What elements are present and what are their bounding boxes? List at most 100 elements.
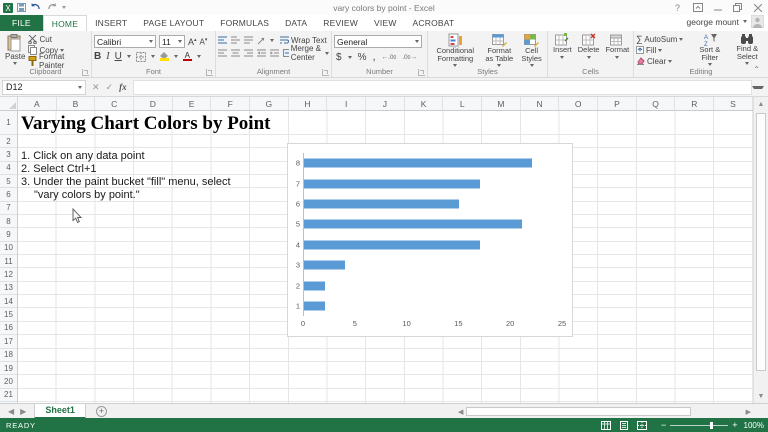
- delete-cells-button[interactable]: Delete: [575, 33, 603, 67]
- row-header-1[interactable]: 1: [0, 111, 17, 135]
- row-header-4[interactable]: 4: [0, 162, 17, 175]
- chart-bar-2[interactable]: [304, 281, 325, 290]
- page-break-view-icon[interactable]: [637, 421, 647, 430]
- collapse-ribbon-icon[interactable]: ⌃: [753, 65, 760, 74]
- select-all-button[interactable]: [0, 97, 18, 110]
- zoom-slider[interactable]: − +: [661, 420, 738, 430]
- format-painter-button[interactable]: Format Painter: [28, 56, 89, 66]
- number-format-select[interactable]: General: [334, 35, 422, 48]
- column-header-q[interactable]: Q: [637, 97, 676, 110]
- help-icon[interactable]: ?: [669, 1, 686, 14]
- format-as-table-button[interactable]: Format as Table: [480, 33, 518, 67]
- fill-color-icon[interactable]: [160, 52, 169, 61]
- ribbon-tab-home[interactable]: HOME: [43, 15, 87, 31]
- qat-customize-icon[interactable]: [62, 6, 66, 9]
- clipboard-dialog-launcher[interactable]: [82, 69, 89, 76]
- row-header-20[interactable]: 20: [0, 375, 17, 388]
- orientation-icon[interactable]: [257, 36, 266, 45]
- bold-button[interactable]: B: [94, 51, 101, 62]
- save-icon[interactable]: [17, 3, 26, 12]
- redo-icon[interactable]: [46, 3, 58, 12]
- column-header-f[interactable]: F: [211, 97, 250, 110]
- column-header-e[interactable]: E: [173, 97, 212, 110]
- row-header-12[interactable]: 12: [0, 268, 17, 281]
- row-header-6[interactable]: 6: [0, 188, 17, 201]
- cut-button[interactable]: Cut: [28, 34, 89, 44]
- horizontal-scroll-thumb[interactable]: [466, 407, 691, 416]
- column-header-o[interactable]: O: [559, 97, 598, 110]
- excel-logo-icon[interactable]: X: [3, 3, 13, 13]
- account-area[interactable]: george mount: [687, 15, 764, 28]
- ribbon-display-options-icon[interactable]: [689, 1, 706, 14]
- column-header-p[interactable]: P: [598, 97, 637, 110]
- chart-bar-8[interactable]: [304, 159, 532, 168]
- ribbon-tab-page-layout[interactable]: PAGE LAYOUT: [135, 15, 212, 31]
- column-header-c[interactable]: C: [95, 97, 134, 110]
- row-header-5[interactable]: 5: [0, 175, 17, 188]
- column-header-j[interactable]: J: [366, 97, 405, 110]
- chart-bar-5[interactable]: [304, 220, 522, 229]
- cell-a4-text[interactable]: 2. Select Ctrl+1: [21, 163, 97, 175]
- increase-indent-icon[interactable]: [270, 49, 279, 57]
- alignment-dialog-launcher[interactable]: [322, 69, 329, 76]
- align-center-icon[interactable]: [231, 49, 240, 57]
- italic-button[interactable]: I: [106, 51, 109, 62]
- column-header-g[interactable]: G: [250, 97, 289, 110]
- row-header-2[interactable]: 2: [0, 135, 17, 148]
- increase-decimal-icon[interactable]: ←.00: [382, 54, 397, 61]
- column-header-n[interactable]: N: [521, 97, 560, 110]
- zoom-in-icon[interactable]: +: [732, 420, 737, 430]
- column-header-i[interactable]: I: [327, 97, 366, 110]
- align-right-icon[interactable]: [244, 49, 253, 57]
- column-header-b[interactable]: B: [57, 97, 96, 110]
- grow-font-icon[interactable]: A▴: [188, 37, 197, 47]
- minimize-icon[interactable]: [709, 1, 726, 14]
- align-bottom-icon[interactable]: [244, 36, 253, 44]
- column-header-d[interactable]: D: [134, 97, 173, 110]
- font-color-icon[interactable]: A: [183, 52, 192, 62]
- row-header-17[interactable]: 17: [0, 335, 17, 348]
- sheet-nav-left-icon[interactable]: ◀: [8, 407, 14, 416]
- chart-bar-4[interactable]: [304, 240, 480, 249]
- restore-icon[interactable]: [729, 1, 746, 14]
- row-header-11[interactable]: 11: [0, 255, 17, 268]
- page-layout-view-icon[interactable]: [619, 421, 629, 430]
- scroll-left-icon[interactable]: ◀: [455, 408, 466, 416]
- zoom-out-icon[interactable]: −: [661, 420, 666, 430]
- vertical-scrollbar[interactable]: ▲ ▼: [753, 97, 768, 403]
- font-dialog-launcher[interactable]: [206, 69, 213, 76]
- undo-icon[interactable]: [30, 3, 42, 12]
- paste-button[interactable]: Paste: [2, 33, 28, 67]
- scroll-right-icon[interactable]: ▶: [743, 408, 754, 416]
- column-header-l[interactable]: L: [443, 97, 482, 110]
- row-header-18[interactable]: 18: [0, 349, 17, 362]
- sort-filter-button[interactable]: AZ Sort & Filter: [691, 33, 728, 67]
- decrease-indent-icon[interactable]: [257, 49, 266, 57]
- align-top-icon[interactable]: [218, 36, 227, 44]
- vertical-scroll-thumb[interactable]: [756, 113, 766, 371]
- formula-bar-expand-icon[interactable]: [752, 86, 764, 89]
- ribbon-tab-data[interactable]: DATA: [277, 15, 315, 31]
- ribbon-tab-insert[interactable]: INSERT: [87, 15, 135, 31]
- ribbon-tab-review[interactable]: REVIEW: [315, 15, 366, 31]
- font-family-select[interactable]: Calibri: [94, 35, 156, 48]
- name-box[interactable]: D12: [2, 80, 86, 95]
- close-icon[interactable]: [749, 1, 766, 14]
- chart-bar-3[interactable]: [304, 261, 345, 270]
- row-header-9[interactable]: 9: [0, 228, 17, 241]
- insert-function-icon[interactable]: fx: [119, 82, 127, 92]
- formula-input[interactable]: [133, 80, 752, 95]
- ribbon-tab-formulas[interactable]: FORMULAS: [212, 15, 277, 31]
- column-header-h[interactable]: H: [289, 97, 328, 110]
- chart-bar-7[interactable]: [304, 179, 480, 188]
- row-header-7[interactable]: 7: [0, 202, 17, 215]
- cell-a6-text[interactable]: "vary colors by point.": [34, 189, 140, 201]
- row-header-13[interactable]: 13: [0, 282, 17, 295]
- row-header-16[interactable]: 16: [0, 322, 17, 335]
- cell-a3-text[interactable]: 1. Click on any data point: [21, 150, 145, 162]
- merge-center-button[interactable]: Merge & Center: [283, 48, 329, 58]
- column-header-k[interactable]: K: [405, 97, 444, 110]
- row-header-15[interactable]: 15: [0, 308, 17, 321]
- row-header-19[interactable]: 19: [0, 362, 17, 375]
- row-header-8[interactable]: 8: [0, 215, 17, 228]
